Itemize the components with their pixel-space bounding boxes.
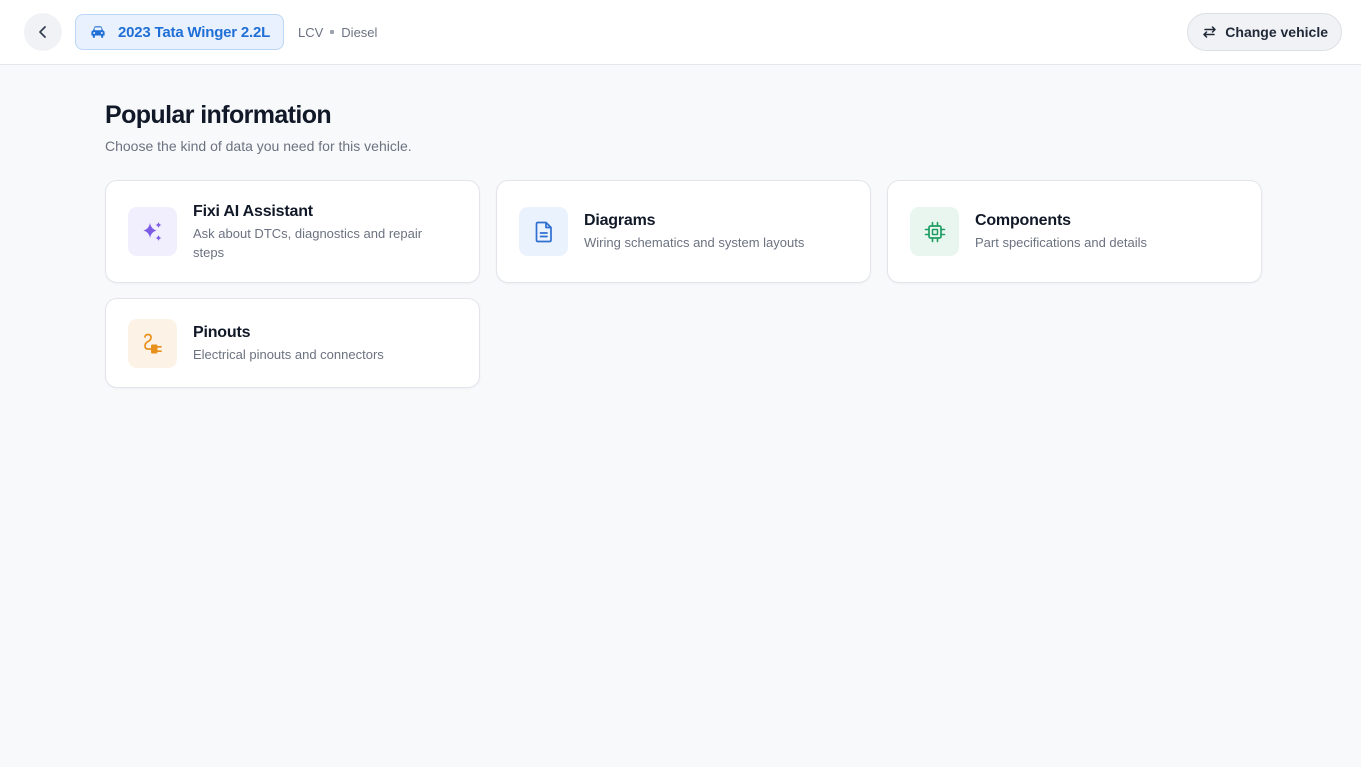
card-description: Part specifications and details bbox=[975, 235, 1147, 250]
fuel-type: Diesel bbox=[341, 24, 378, 40]
card-description: Ask about DTCs, diagnostics and repair s… bbox=[193, 225, 423, 260]
card-description: Electrical pinouts and connectors bbox=[193, 346, 384, 362]
card-description: Wiring schematics and system layouts bbox=[584, 235, 805, 250]
card-pinouts[interactable]: Pinouts Electrical pinouts and connector… bbox=[105, 298, 480, 388]
card-title: Fixi AI Assistant bbox=[193, 202, 313, 220]
vehicle-label: 2023 Tata Winger 2.2L bbox=[118, 23, 271, 41]
card-diagrams[interactable]: Diagrams Wiring schematics and system la… bbox=[496, 180, 871, 283]
card-title: Components bbox=[975, 212, 1071, 229]
change-vehicle-label: Change vehicle bbox=[1225, 24, 1328, 40]
plug-icon bbox=[143, 333, 162, 354]
change-vehicle-button[interactable]: Change vehicle bbox=[1187, 13, 1342, 51]
card-title: Pinouts bbox=[193, 323, 251, 341]
main-content: Popular information Choose the kind of d… bbox=[105, 100, 1262, 388]
vehicle-chip[interactable]: 2023 Tata Winger 2.2L bbox=[75, 14, 285, 50]
card-icon-box bbox=[910, 207, 959, 256]
card-fixi-ai-assistant[interactable]: Fixi AI Assistant Ask about DTCs, diagno… bbox=[105, 180, 480, 283]
card-title: Diagrams bbox=[584, 212, 656, 229]
card-components[interactable]: Components Part specifications and detai… bbox=[887, 180, 1262, 283]
back-button[interactable] bbox=[24, 13, 62, 51]
page-title: Popular information bbox=[105, 101, 332, 129]
vehicle-type: LCV bbox=[298, 24, 324, 40]
car-icon bbox=[91, 26, 105, 38]
chip-icon bbox=[924, 221, 945, 242]
card-icon-box bbox=[128, 318, 177, 368]
chevron-left-icon bbox=[39, 26, 46, 38]
card-icon-box bbox=[128, 207, 177, 256]
meta-separator bbox=[330, 30, 335, 34]
sparkles-icon bbox=[143, 221, 161, 241]
page-subtitle: Choose the kind of data you need for thi… bbox=[105, 138, 412, 154]
vehicle-meta: LCV Diesel bbox=[298, 24, 377, 40]
document-icon bbox=[535, 221, 552, 242]
top-bar: 2023 Tata Winger 2.2L LCV Diesel Change … bbox=[0, 0, 1361, 65]
card-icon-box bbox=[519, 207, 568, 256]
swap-arrows-icon bbox=[1203, 26, 1217, 38]
